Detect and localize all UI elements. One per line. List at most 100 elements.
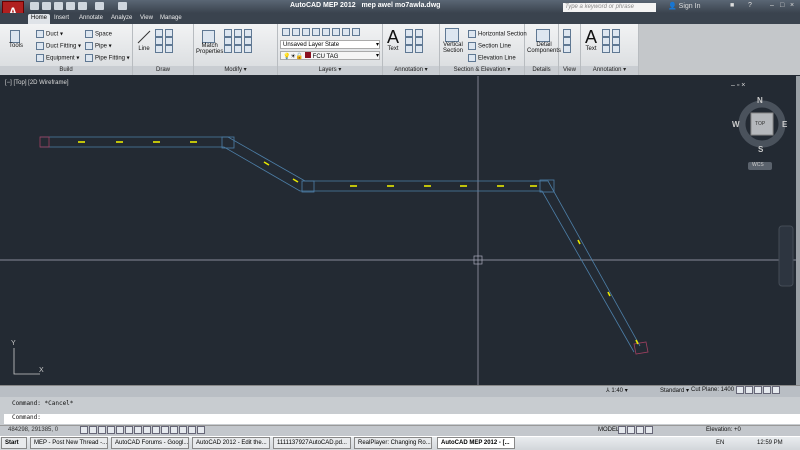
elevation-line-icon xyxy=(468,54,476,62)
duct-drawing xyxy=(0,76,797,385)
open-icon[interactable] xyxy=(42,2,51,10)
window-title: AutoCAD MEP 2012 mep awel mo7awla.dwg xyxy=(290,2,441,9)
taskbar-item[interactable]: AutoCAD 2012 - Edit the... xyxy=(192,437,270,449)
clock[interactable]: 12:59 PM xyxy=(757,440,783,446)
taskbar-item[interactable]: 1111137927AutoCAD.pd... xyxy=(273,437,351,449)
viewport-tools[interactable] xyxy=(736,386,781,394)
panel-title: Layers ▾ xyxy=(278,66,382,75)
search-input[interactable]: Type a keyword or phrase xyxy=(563,3,656,12)
text-button-2[interactable]: A Text xyxy=(585,28,597,52)
close-button[interactable]: × xyxy=(790,2,794,9)
line-button[interactable]: Line xyxy=(137,30,151,52)
text-icon: A xyxy=(585,27,598,47)
layer-color-swatch xyxy=(305,52,311,58)
display-style-dropdown[interactable]: Standard ▾ xyxy=(660,387,689,394)
tab-home[interactable]: Home xyxy=(28,14,51,24)
vertical-section-button[interactable]: Vertical Section xyxy=(443,28,463,54)
pipe-icon xyxy=(85,42,93,50)
annotation-tools-2[interactable] xyxy=(602,29,636,63)
minimize-button[interactable]: – xyxy=(770,2,774,9)
viewport-controls-label[interactable]: [−] [Top] [2D Wireframe] xyxy=(5,80,69,86)
drafting-toggles[interactable] xyxy=(80,426,206,434)
horizontal-section-icon xyxy=(468,30,476,38)
cut-plane[interactable]: Cut Plane: 1400 xyxy=(691,387,734,393)
command-history: Command: *Cancel* xyxy=(12,400,74,407)
tab-insert[interactable]: Insert xyxy=(51,14,72,24)
tab-view[interactable]: View xyxy=(137,14,156,24)
viewcube-top-label[interactable]: TOP xyxy=(755,121,765,127)
layout-buttons[interactable] xyxy=(618,426,654,434)
sign-in-link[interactable]: 👤 Sign In xyxy=(668,2,700,10)
vertical-scrollbar[interactable] xyxy=(796,76,800,385)
print-icon[interactable] xyxy=(66,2,75,10)
language-indicator[interactable]: EN xyxy=(716,440,724,446)
detail-components-icon xyxy=(536,29,551,42)
pipe-button[interactable]: Pipe ▾ xyxy=(85,42,112,50)
space-button[interactable]: Space xyxy=(85,30,112,38)
panel-title: View xyxy=(559,66,580,75)
ribbon-empty-area xyxy=(639,24,800,75)
undo-icon[interactable] xyxy=(78,2,87,10)
panel-title: Annotation ▾ xyxy=(383,66,439,75)
section-line-button[interactable]: Section Line xyxy=(468,42,511,50)
annotation-tools[interactable] xyxy=(405,29,439,63)
view-tools[interactable] xyxy=(563,29,575,63)
elevation-readout[interactable]: Elevation: +0 xyxy=(706,427,741,433)
tab-annotate[interactable]: Annotate xyxy=(76,14,106,24)
panel-title: Build xyxy=(0,66,132,75)
model-button[interactable]: MODEL xyxy=(598,427,619,433)
viewcube-west[interactable]: W xyxy=(732,120,740,129)
layer-dropdown[interactable]: 💡☀🔓 FCU TAG ▾ xyxy=(280,51,380,60)
coordinates-readout[interactable]: 484298, 291385, 0 xyxy=(8,427,58,433)
elevation-line-button[interactable]: Elevation Line xyxy=(468,54,516,62)
redo-icon[interactable] xyxy=(95,2,104,10)
taskbar-item[interactable]: MEP - Post New Thread -... xyxy=(30,437,108,449)
modify-tools[interactable] xyxy=(224,29,276,63)
duct-button[interactable]: Duct ▾ xyxy=(36,30,63,38)
vertical-section-icon xyxy=(445,28,459,42)
start-button[interactable]: Start xyxy=(1,437,27,449)
panel-title: Details xyxy=(525,66,558,75)
exchange-icon[interactable]: ■ xyxy=(730,2,734,9)
horizontal-section-button[interactable]: Horizontal Section xyxy=(468,30,527,38)
pipe-fitting-button[interactable]: Pipe Fitting ▾ xyxy=(85,54,130,62)
duct-icon xyxy=(36,30,44,38)
viewport-window-controls[interactable]: – ▫ × xyxy=(731,82,745,89)
detail-components-button[interactable]: Detail Components xyxy=(527,29,561,54)
layer-state-dropdown[interactable]: Unsaved Layer State ▾ xyxy=(280,40,380,49)
ucs-y-label: Y xyxy=(11,340,16,347)
drawing-canvas[interactable] xyxy=(0,76,797,385)
taskbar-item[interactable]: RealPlayer: Changing Ro... xyxy=(354,437,432,449)
tab-manage[interactable]: Manage xyxy=(157,14,185,24)
user-icon: 👤 xyxy=(668,3,677,10)
taskbar-item-active[interactable]: AutoCAD MEP 2012 - [... xyxy=(437,437,515,449)
duct-centerline-marks xyxy=(78,141,639,345)
match-properties-icon xyxy=(202,30,216,43)
viewcube-north[interactable]: N xyxy=(757,96,763,105)
tools-button[interactable]: Tools xyxy=(9,30,23,49)
viewcube-east[interactable]: E xyxy=(782,120,787,129)
duct-fitting-button[interactable]: Duct Fitting ▾ xyxy=(36,42,81,50)
taskbar-item[interactable]: AutoCAD Forums - Googl... xyxy=(111,437,189,449)
viewcube-south[interactable]: S xyxy=(758,145,763,154)
text-button[interactable]: A Text xyxy=(387,28,399,52)
wcs-label[interactable]: WCS xyxy=(752,162,764,168)
save-icon[interactable] xyxy=(54,2,63,10)
duct-run xyxy=(39,136,649,355)
layer-tools[interactable] xyxy=(282,28,380,38)
workspace-icon[interactable] xyxy=(118,2,127,10)
help-icon[interactable]: ? xyxy=(748,2,752,9)
tab-analyze[interactable]: Analyze xyxy=(108,14,135,24)
command-input[interactable]: Command: xyxy=(4,414,800,424)
panel-title: Section & Elevation ▾ xyxy=(440,66,524,75)
tools-icon xyxy=(10,30,20,43)
match-properties-button[interactable]: Match Properties xyxy=(196,30,223,55)
section-line-icon xyxy=(468,42,476,50)
equipment-icon xyxy=(36,54,44,62)
new-icon[interactable] xyxy=(30,2,39,10)
navigation-bar xyxy=(778,225,794,287)
annotation-scale[interactable]: ⅄ 1:40 ▾ xyxy=(606,387,628,394)
equipment-button[interactable]: Equipment ▾ xyxy=(36,54,79,62)
draw-tools[interactable] xyxy=(155,29,191,63)
maximize-button[interactable]: □ xyxy=(780,2,784,9)
